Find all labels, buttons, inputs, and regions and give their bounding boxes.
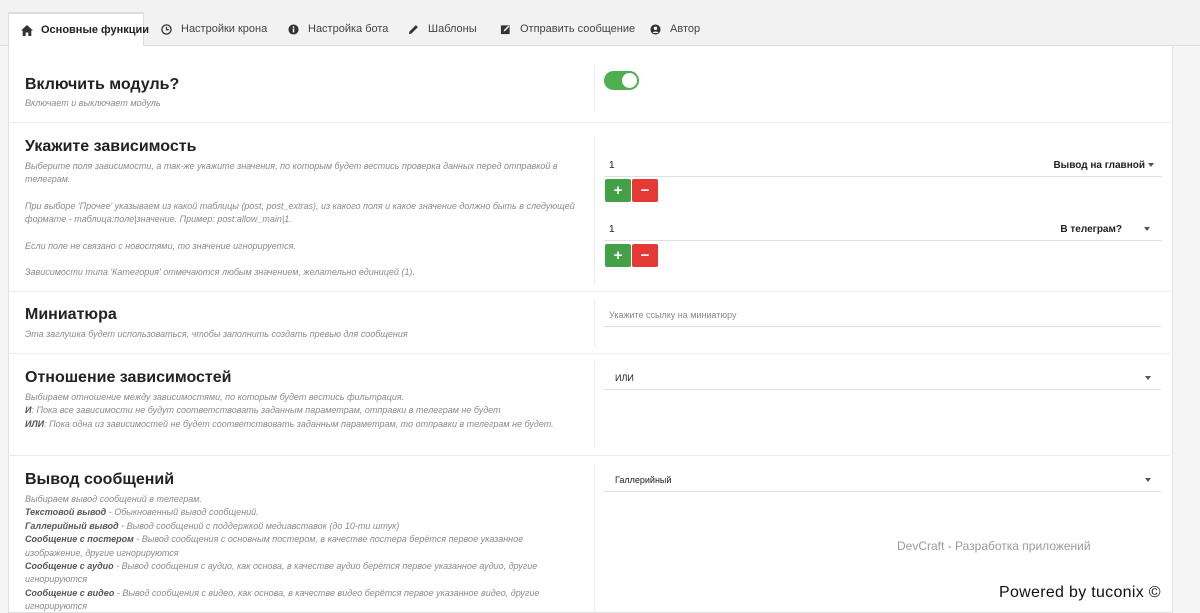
relation-desc: Выбираем отношение между зависимостями, …	[25, 391, 580, 431]
output-desc-line: Текстовой вывод - Обыкновенный вывод соо…	[25, 506, 580, 519]
minus-icon: −	[640, 247, 650, 264]
divider	[8, 291, 1171, 292]
relation-desc-main: Выбираем отношение между зависимостями, …	[25, 392, 405, 402]
relation-title: Отношение зависимостей	[25, 369, 232, 386]
dependency-desc-3: Если поле не связано с новостями, то зна…	[25, 240, 296, 251]
output-desc-line: Галлерийный вывод - Вывод сообщений с по…	[25, 520, 580, 533]
or-text: : Пока одна из зависимостей не будет соо…	[44, 418, 554, 429]
plus-icon: +	[613, 247, 623, 264]
tab-label: Настройки крона	[181, 23, 268, 35]
tab-cron-settings[interactable]: Настройки крона	[147, 12, 267, 46]
chevron-down-icon	[1144, 227, 1150, 232]
tab-label: Настройка бота	[308, 23, 389, 35]
module-toggle[interactable]	[604, 71, 639, 90]
output-line-label: Сообщение с постером	[25, 534, 134, 545]
user-icon	[648, 23, 662, 35]
dependency-desc-2: При выборе 'Прочее' указываем из какой т…	[25, 200, 575, 225]
relation-select[interactable]: ИЛИ	[604, 367, 1161, 390]
tab-bar: Основные функции Настройки крона Настрой…	[0, 0, 1200, 47]
thumb-url-input[interactable]	[604, 304, 1161, 327]
output-line-label: Галлерийный вывод	[25, 520, 119, 531]
or-label: ИЛИ	[25, 418, 45, 429]
dependency-desc-4: Зависимости типа 'Категория' отмечаются …	[25, 267, 415, 278]
dependency-value: 1	[609, 224, 615, 235]
home-icon	[21, 24, 33, 36]
output-line-label: Сообщение с аудио	[25, 561, 114, 572]
select-label: Вывод на главной	[1053, 160, 1145, 171]
tab-label: Отправить сообщение	[520, 23, 636, 35]
divider	[8, 122, 1171, 123]
select-label: В телеграм?	[1060, 224, 1122, 235]
divider	[594, 362, 595, 446]
devcraft-watermark: DevCraft - Разработка приложений	[897, 539, 1091, 553]
tab-templates[interactable]: Шаблоны	[394, 12, 477, 46]
output-line-text: - Вывод сообщений с поддержкой медиавста…	[118, 520, 400, 531]
relation-desc-and: И: Пока все зависимости не будут соответ…	[25, 404, 580, 417]
minus-icon: −	[640, 182, 650, 199]
dependency-desc: Выберите поля зависимости, а так-же укаж…	[25, 160, 580, 279]
select-value: Галлерийный	[615, 475, 672, 485]
output-line-label: Сообщение с видео	[25, 587, 115, 598]
pencil-icon	[406, 24, 420, 35]
thumb-desc: Эта заглушка будет использоваться, чтобы…	[25, 329, 408, 339]
chevron-down-icon	[1148, 163, 1154, 168]
output-desc-line: Сообщение с видео - Вывод сообщения с ви…	[25, 587, 580, 613]
dependency-desc-1: Выберите поля зависимости, а так-же укаж…	[25, 161, 558, 185]
module-title: Включить модуль?	[25, 76, 180, 93]
add-dependency-button[interactable]: +	[605, 179, 631, 202]
tab-send-message[interactable]: Отправить сообщение	[486, 12, 635, 46]
remove-dependency-button[interactable]: −	[632, 244, 658, 267]
dependency-value-input[interactable]: 1 Вывод на главной	[604, 155, 1162, 177]
divider	[594, 64, 595, 112]
chevron-down-icon	[1145, 478, 1151, 482]
select-value: ИЛИ	[615, 373, 634, 383]
plus-icon: +	[613, 182, 623, 199]
edit-icon	[498, 24, 512, 35]
add-dependency-button[interactable]: +	[605, 244, 631, 267]
output-desc: Выбираем вывод сообщений в телеграм. Тек…	[25, 493, 580, 613]
divider	[594, 464, 595, 613]
info-icon	[286, 23, 300, 35]
chevron-down-icon	[1145, 376, 1151, 380]
remove-dependency-button[interactable]: −	[632, 179, 658, 202]
dependency-value-input[interactable]: 1 В телеграм?	[604, 219, 1162, 241]
clock-icon	[159, 23, 173, 35]
output-desc-main: Выбираем вывод сообщений в телеграм.	[25, 494, 202, 504]
output-line-label: Текстовой вывод	[25, 507, 107, 518]
toggle-knob	[622, 73, 637, 88]
powered-by-label: Powered by tuconix ©	[997, 584, 1163, 602]
dependency-value: 1	[609, 160, 615, 171]
tab-label: Шаблоны	[428, 23, 477, 35]
output-desc-line: Сообщение с постером - Вывод сообщения с…	[25, 533, 580, 560]
dependency-field-select[interactable]: Вывод на главной	[1053, 155, 1154, 177]
and-text: : Пока все зависимости не будут соответс…	[31, 405, 501, 416]
relation-desc-or: ИЛИ: Пока одна из зависимостей не будет …	[25, 418, 580, 431]
tab-label: Основные функции	[41, 24, 150, 36]
dependency-field-select[interactable]: В телеграм?	[1060, 219, 1150, 241]
dependency-title: Укажите зависимость	[25, 138, 197, 155]
tab-main-functions[interactable]: Основные функции	[8, 12, 149, 47]
divider	[8, 353, 1171, 354]
tab-bot-settings[interactable]: Настройка бота	[274, 12, 388, 46]
output-title: Вывод сообщений	[25, 471, 175, 488]
tab-author[interactable]: Автор	[636, 12, 700, 46]
module-desc: Включает и выключает модуль	[25, 98, 161, 108]
output-desc-line: Сообщение с аудио - Вывод сообщения с ау…	[25, 560, 580, 587]
divider	[594, 300, 595, 346]
tab-label: Автор	[670, 23, 701, 35]
thumb-title: Миниатюра	[25, 306, 117, 323]
output-select[interactable]: Галлерийный	[604, 469, 1161, 492]
divider	[594, 136, 595, 284]
divider	[8, 455, 1171, 456]
output-line-text: - Обыкновенный вывод сообщений.	[106, 507, 259, 518]
